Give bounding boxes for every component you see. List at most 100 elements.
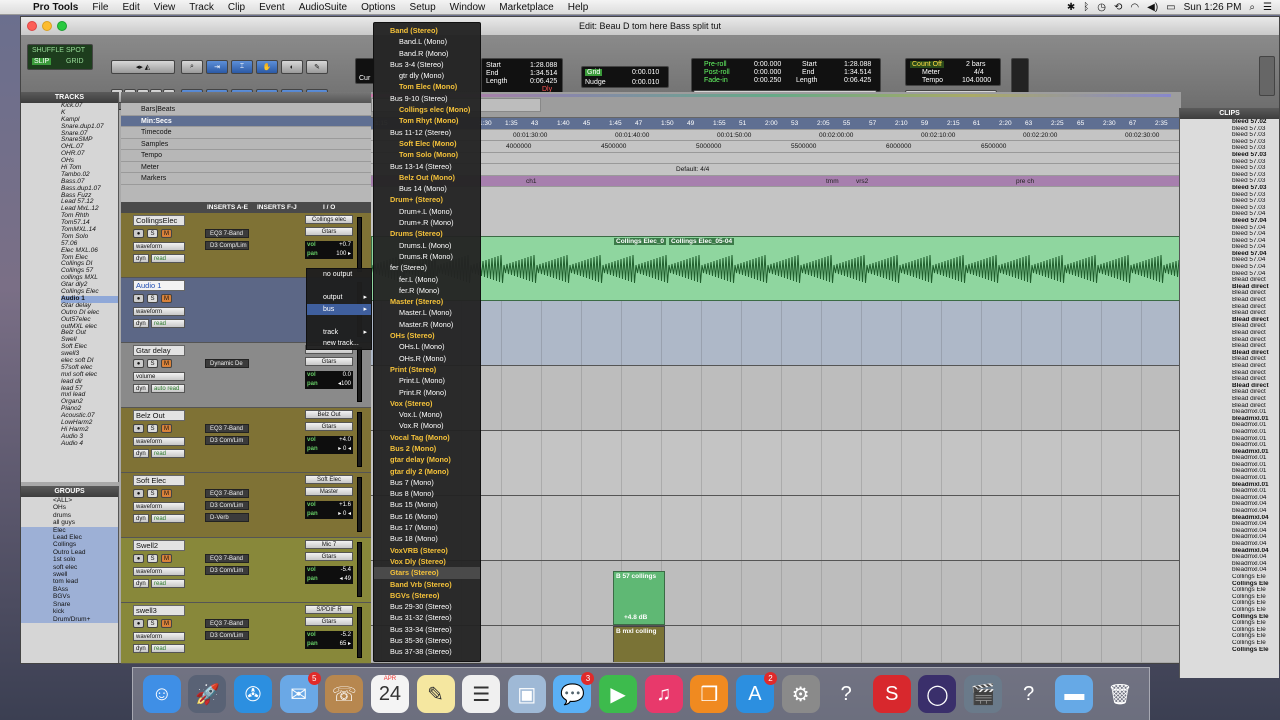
bus-menu-item[interactable]: fer.R (Mono)	[374, 285, 480, 296]
automation-mode-selector[interactable]: auto read	[151, 384, 185, 393]
clip-list-item[interactable]: bleadmxl.01	[1232, 436, 1279, 443]
scribd-icon[interactable]: S	[872, 675, 911, 713]
itunes-icon[interactable]: ♫	[644, 675, 683, 713]
clip-list-item[interactable]: bleed 57.04	[1232, 225, 1279, 232]
bus-menu-item[interactable]: Bus 7 (Mono)	[374, 477, 480, 488]
track-view-selector[interactable]: waveform	[133, 632, 185, 641]
bus-menu-item[interactable]: fer.L (Mono)	[374, 274, 480, 285]
clip-list-item[interactable]: Blead direct	[1232, 284, 1279, 291]
output-selector[interactable]: Gtars	[305, 422, 353, 431]
record-button[interactable]: ●	[133, 294, 144, 303]
bus-menu-item[interactable]: Bus 3-4 (Stereo)	[374, 59, 480, 70]
clip-list-item[interactable]: bleadmxl.04	[1232, 567, 1279, 574]
pan-value[interactable]: ◂ 49	[340, 575, 351, 584]
clip-list-item[interactable]: bleadmxl.01	[1232, 422, 1279, 429]
bus-menu-item[interactable]: Band.L (Mono)	[374, 36, 480, 47]
bus-menu-item[interactable]: Bus 33-34 (Stereo)	[374, 624, 480, 635]
solo-button[interactable]: S	[147, 489, 158, 498]
zoom-controls[interactable]: ◂▸ ◭	[111, 60, 175, 74]
toolbar-scroll[interactable]	[1259, 56, 1275, 96]
scrubber-tool-icon[interactable]: ◐	[281, 60, 303, 74]
bus-menu-item[interactable]: Print.L (Mono)	[374, 375, 480, 386]
transport-length-value[interactable]: 0:06.425	[844, 77, 871, 84]
clip-name[interactable]: B mxl colling	[616, 628, 656, 635]
selector-tool-icon[interactable]: ⌶	[231, 60, 253, 74]
bus-menu-item[interactable]: Bus 35-36 (Stereo)	[374, 635, 480, 646]
insert-slot[interactable]: EQ3 7-Band	[205, 489, 249, 498]
bus-menu-item[interactable]: Band Vrb (Stereo)	[374, 579, 480, 590]
mute-button[interactable]: M	[161, 359, 172, 368]
output-selector[interactable]: Gtars	[305, 357, 353, 366]
bus-menu-item[interactable]: Gtars (Stereo)	[374, 567, 480, 579]
record-button[interactable]: ●	[133, 619, 144, 628]
clip-list-item[interactable]: Blead direct	[1232, 310, 1279, 317]
track-view-selector[interactable]: waveform	[133, 242, 185, 251]
grid-label[interactable]: Grid	[585, 69, 603, 76]
group-list-item[interactable]: tom lead	[21, 578, 118, 586]
facetime-icon[interactable]: ▶	[599, 675, 638, 713]
bus-menu-item[interactable]: gtar delay (Mono)	[374, 454, 480, 465]
bus-menu-item[interactable]: Print.R (Mono)	[374, 387, 480, 398]
volume-value[interactable]: -5.4	[341, 566, 351, 575]
record-button[interactable]: ●	[133, 229, 144, 238]
clip-list-item[interactable]: Blead direct	[1232, 323, 1279, 330]
preroll-label[interactable]: Pre-roll	[704, 61, 727, 68]
bus-menu-item[interactable]: Band (Stereo)	[374, 25, 480, 36]
track-name[interactable]: Gtar delay	[133, 345, 185, 356]
time-machine-icon[interactable]: ◷	[1097, 2, 1106, 13]
mute-button[interactable]: M	[161, 554, 172, 563]
menu-view[interactable]: View	[147, 2, 183, 13]
clip-list-item[interactable]: bleadmxl.04	[1232, 501, 1279, 508]
menu-setup[interactable]: Setup	[403, 2, 443, 13]
bus-menu-item[interactable]: Vox.L (Mono)	[374, 409, 480, 420]
clip-list-item[interactable]: bleadmxl.04	[1232, 528, 1279, 535]
sel-length-value[interactable]: 0:06.425	[530, 78, 557, 85]
clip-list-item[interactable]: bleed 57.03	[1232, 159, 1279, 166]
calendar-icon[interactable]: 24 APR	[370, 675, 409, 713]
safari-icon[interactable]: ✇	[234, 675, 273, 713]
bus-menu-item[interactable]: Master.L (Mono)	[374, 307, 480, 318]
insert-slot[interactable]: EQ3 7-Band	[205, 554, 249, 563]
clip-name[interactable]: Collings Elec_05-04	[669, 238, 735, 245]
mail-icon[interactable]: ✉ 5	[279, 672, 321, 713]
bus-menu-item[interactable]: Bus 37-38 (Stereo)	[374, 646, 480, 657]
mute-button[interactable]: M	[161, 424, 172, 433]
bus-menu-item[interactable]: Bus 13-14 (Stereo)	[374, 161, 480, 172]
clip-list-item[interactable]: Blead direct	[1232, 304, 1279, 311]
output-selector[interactable]: Gtars	[305, 617, 353, 626]
track-list-item[interactable]: Audio 4	[61, 440, 118, 448]
clip-list-item[interactable]: bleed 57.03	[1232, 192, 1279, 199]
mute-button[interactable]: M	[161, 294, 172, 303]
bus-menu-item[interactable]: BGVs (Stereo)	[374, 590, 480, 601]
meter-ruler[interactable]: Default: 4/4	[371, 164, 1181, 176]
postroll-value[interactable]: 0:00.000	[754, 69, 781, 76]
automation-mode-selector[interactable]: read	[151, 579, 185, 588]
clip-list-item[interactable]: bleed 57.03	[1232, 165, 1279, 172]
input-selector[interactable]: S/PDIF R	[305, 605, 353, 614]
clip-list-item[interactable]: Collings Ele	[1232, 620, 1279, 627]
bus-menu-item[interactable]: OHs (Stereo)	[374, 330, 480, 341]
clip-list-item[interactable]: Collings Ele	[1232, 614, 1279, 621]
group-list-item[interactable]: OHs	[21, 504, 118, 511]
menu-edit[interactable]: Edit	[116, 2, 147, 13]
markers-ruler[interactable]: pre chch1tmmvrs2pre ch	[371, 175, 1181, 187]
swell-clip[interactable]: B 57 collings +4.8 dB	[613, 571, 665, 625]
clip-list-item[interactable]: bleadmxl.01	[1232, 462, 1279, 469]
group-list-item[interactable]: kick	[21, 608, 118, 616]
input-selector[interactable]: Collings elec	[305, 215, 353, 224]
record-button[interactable]: ●	[133, 554, 144, 563]
volume-icon[interactable]: ◀)	[1147, 2, 1158, 13]
clip-list-item[interactable]: bleadmxl.04	[1232, 521, 1279, 528]
bus-menu-item[interactable]: Bus 18 (Mono)	[374, 533, 480, 544]
clip-list-item[interactable]: bleed 57.03	[1232, 198, 1279, 205]
track-name[interactable]: Swell2	[133, 540, 185, 551]
mute-button[interactable]: M	[161, 489, 172, 498]
sel-start-value[interactable]: 1:28.088	[530, 62, 557, 69]
bus-menu-item[interactable]: Master.R (Mono)	[374, 319, 480, 330]
nudge-value[interactable]: 0:00.010	[632, 79, 659, 86]
group-list-item[interactable]: Outro Lead	[21, 548, 118, 557]
solo-button[interactable]: S	[147, 294, 158, 303]
bus-menu-item[interactable]: Drums.L (Mono)	[374, 240, 480, 251]
close-window-button[interactable]	[27, 21, 37, 31]
clip-list-item[interactable]: bleed 57.04	[1232, 251, 1279, 258]
